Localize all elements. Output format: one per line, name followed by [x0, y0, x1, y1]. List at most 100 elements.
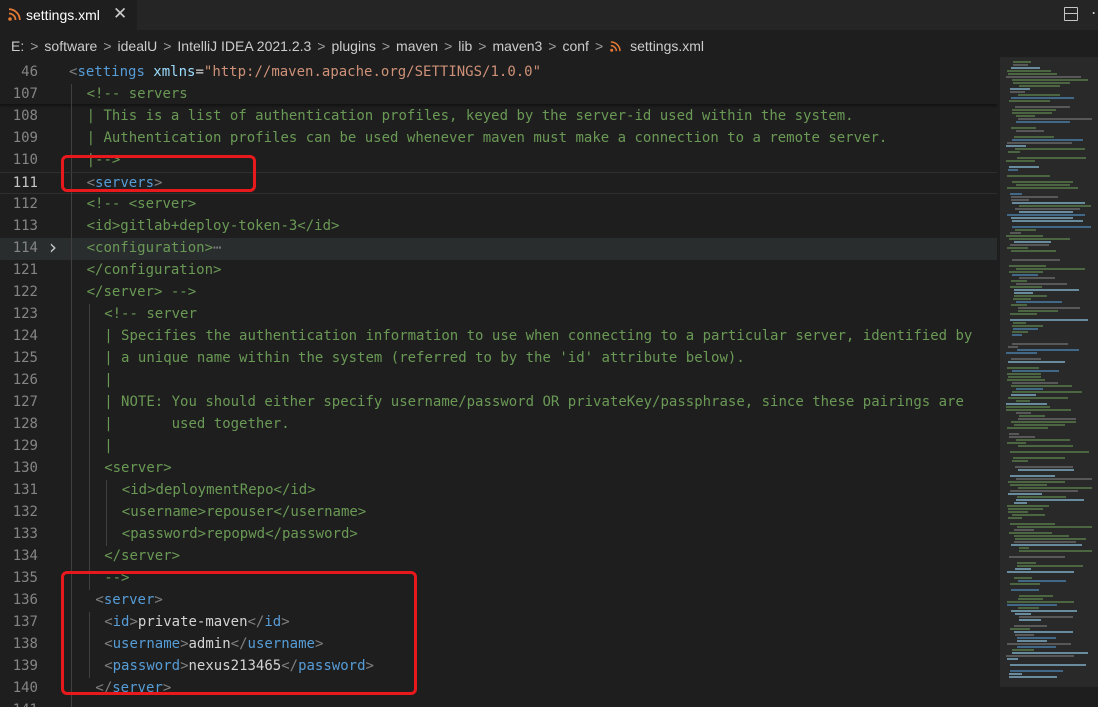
code-line[interactable]: 130 <server>: [0, 458, 997, 480]
minimap-line: [1015, 613, 1031, 615]
minimap-line: [1010, 583, 1040, 585]
minimap-line: [1013, 322, 1026, 324]
minimap-line: [1014, 241, 1051, 243]
minimap-line: [1016, 439, 1070, 441]
indent-guide: [71, 546, 72, 568]
minimap-line: [1011, 589, 1039, 591]
minimap-line: [1006, 409, 1071, 411]
code-text: <configuration>⋯: [87, 240, 222, 256]
breadcrumb-item[interactable]: E:: [8, 38, 27, 54]
breadcrumb-separator: >: [478, 38, 487, 54]
minimap-line: [1015, 568, 1031, 570]
code-text: |: [104, 372, 112, 388]
indent-guide: [71, 348, 72, 370]
breadcrumb-item[interactable]: idealU: [115, 38, 161, 54]
line-number: 108: [12, 108, 38, 124]
minimap-line: [1007, 571, 1074, 573]
minimap-line: [1016, 184, 1070, 186]
minimap-line: [1018, 94, 1060, 96]
code-text: </server>: [104, 548, 180, 564]
minimap-line: [1010, 484, 1047, 486]
minimap-line: [1013, 457, 1065, 459]
breadcrumb-item[interactable]: lib: [455, 38, 475, 54]
minimap-line: [1011, 199, 1029, 201]
indent-guide: [71, 436, 72, 458]
code-line[interactable]: 131 <id>deploymentRepo</id>: [0, 480, 997, 502]
indent-guide: [71, 238, 72, 260]
code-line[interactable]: 123 <!-- server: [0, 304, 997, 326]
breadcrumb-item[interactable]: conf: [559, 38, 591, 54]
code-line[interactable]: 133 <password>repopwd</password>: [0, 524, 997, 546]
minimap-line: [1018, 598, 1043, 600]
code-line[interactable]: 107 <!-- servers: [0, 84, 997, 106]
minimap-line: [1014, 625, 1047, 627]
minimap-line: [1011, 67, 1040, 69]
minimap-line: [1008, 493, 1042, 495]
line-number: 127: [12, 394, 38, 410]
fold-chevron-right-icon[interactable]: ›: [49, 235, 57, 259]
minimap-line: [1011, 217, 1073, 219]
minimap-line: [1015, 148, 1085, 150]
code-line[interactable]: 125 | a unique name within the system (re…: [0, 348, 997, 370]
code-line[interactable]: 121 </configuration>: [0, 260, 997, 282]
indent-guide: [88, 524, 90, 546]
tab-settings-xml[interactable]: settings.xml ✕: [0, 0, 137, 30]
breadcrumb-item[interactable]: settings.xml: [627, 38, 707, 54]
code-line[interactable]: 127 | NOTE: You should either specify use…: [0, 392, 997, 414]
minimap[interactable]: [1000, 57, 1098, 707]
breadcrumb-item[interactable]: IntelliJ IDEA 2021.2.3: [174, 38, 314, 54]
minimap-line: [1018, 118, 1092, 120]
code-token: | NOTE: You should either specify userna…: [104, 394, 964, 410]
split-editor-icon[interactable]: [1064, 7, 1078, 21]
code-line[interactable]: 134 </server>: [0, 546, 997, 568]
code-line[interactable]: 141: [0, 700, 997, 707]
code-line[interactable]: 114 › <configuration>⋯: [0, 235, 997, 260]
breadcrumb-separator: >: [381, 38, 391, 54]
code-line[interactable]: 108 | This is a list of authentication pr…: [0, 106, 997, 128]
minimap-line: [1019, 85, 1060, 87]
indent-guide: [71, 106, 72, 128]
code-line[interactable]: 113 <id>gitlab+deploy-token-3</id>: [0, 216, 997, 238]
minimap-line: [1010, 628, 1030, 630]
minimap-line: [1017, 157, 1086, 159]
code-line[interactable]: 112 <!-- <server>: [0, 194, 997, 216]
minimap-line: [1007, 187, 1078, 189]
more-actions-icon[interactable]: ⋯: [1091, 3, 1098, 23]
code-line[interactable]: 109 | Authentication profiles can be used…: [0, 128, 997, 150]
breadcrumb-item[interactable]: software: [41, 38, 100, 54]
close-icon[interactable]: ✕: [113, 4, 127, 24]
code-line[interactable]: 132 <username>repouser</username>: [0, 502, 997, 524]
minimap-line: [1007, 601, 1074, 603]
breadcrumb-item[interactable]: maven: [393, 38, 441, 54]
code-text: <username>repouser</username>: [122, 504, 366, 520]
code-line[interactable]: 124 | Specifies the authentication inform…: [0, 326, 997, 348]
minimap-line: [1018, 445, 1073, 447]
minimap-line: [1019, 595, 1053, 597]
minimap-line: [1014, 631, 1073, 633]
minimap-line: [1016, 478, 1092, 480]
breadcrumb-item[interactable]: maven3: [489, 38, 545, 54]
code-token: <id>gitlab+deploy-token-3</id>: [86, 218, 340, 234]
indent-guide: [71, 260, 72, 282]
minimap-line: [1010, 91, 1025, 93]
code-line[interactable]: 128 | used together.: [0, 414, 997, 436]
breadcrumb-separator: >: [444, 38, 453, 54]
breadcrumb-item[interactable]: plugins: [328, 38, 378, 54]
code-text: <server>: [104, 460, 171, 476]
tab-bar: settings.xml ✕ ⋯: [0, 0, 1098, 30]
minimap-line: [1010, 244, 1049, 246]
code-line[interactable]: 122 </server> -->: [0, 282, 997, 304]
line-number: 131: [12, 482, 38, 498]
code-token: </server> -->: [86, 284, 197, 300]
indent-guide: [71, 128, 72, 150]
minimap-line: [1011, 97, 1074, 99]
code-text: <!-- server: [104, 306, 197, 322]
code-line[interactable]: 129 |: [0, 436, 997, 458]
code-line[interactable]: 46 <settings xmlns="http://maven.apache.o…: [0, 62, 997, 84]
minimap-line: [1013, 82, 1070, 84]
indent-guide: [88, 326, 90, 348]
code-line[interactable]: 126 |: [0, 370, 997, 392]
indent-guide: [88, 546, 90, 568]
minimap-line: [1012, 652, 1088, 654]
minimap-line: [1016, 499, 1084, 501]
